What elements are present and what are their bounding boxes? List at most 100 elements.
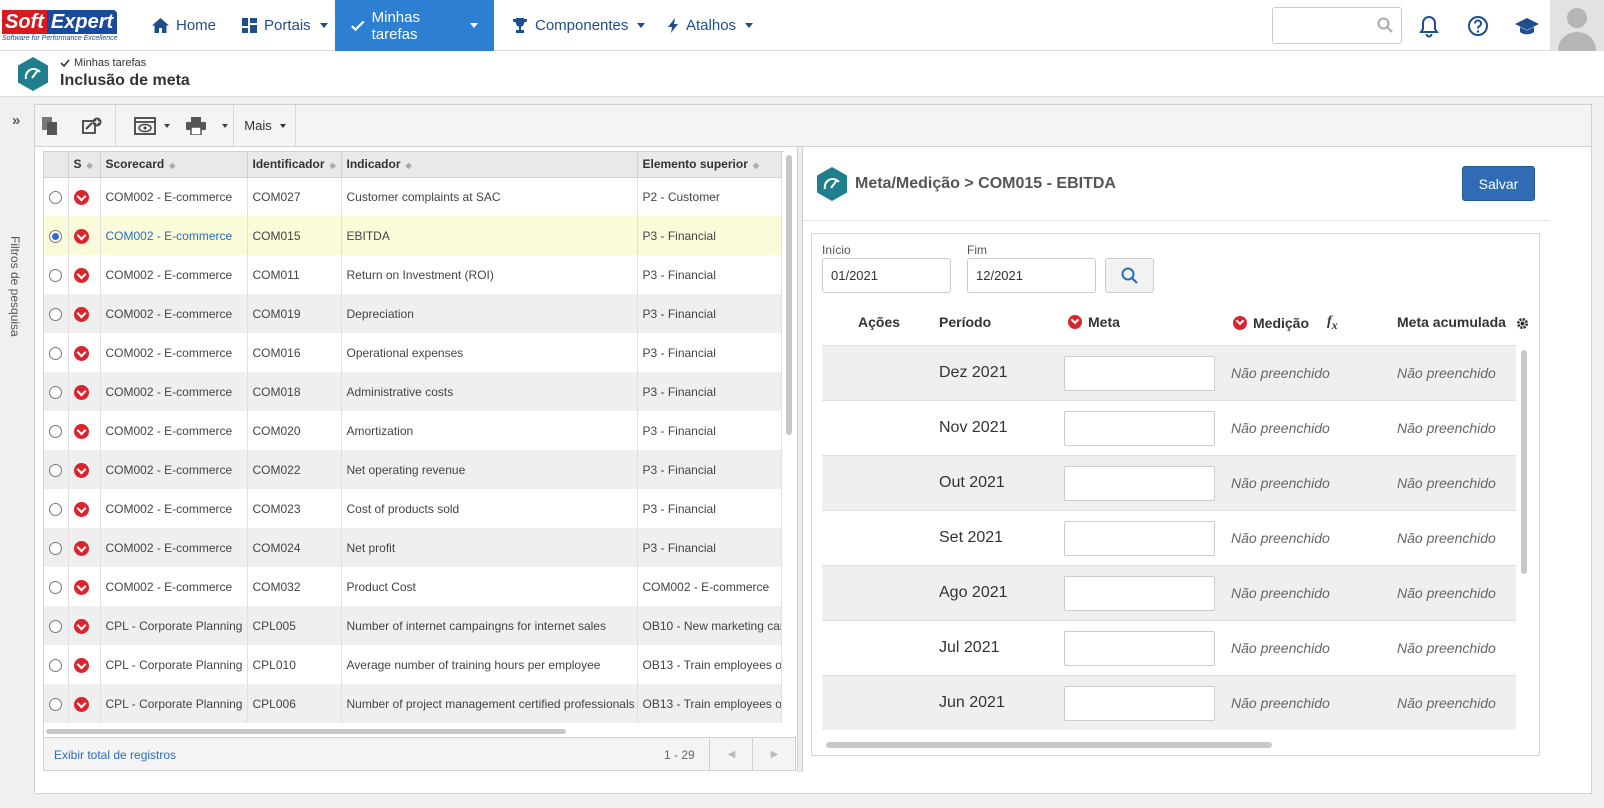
table-row[interactable]: CPL - Corporate Planning CPL005 Number of … [44, 606, 782, 645]
period-label: Jun 2021 [939, 694, 1005, 711]
cell-scorecard: COM002 - E-commerce [100, 333, 248, 372]
print-dropdown[interactable] [217, 105, 231, 146]
row-select-cell[interactable] [44, 216, 69, 255]
graduation-cap-icon[interactable] [1514, 13, 1540, 39]
search-input[interactable] [1273, 8, 1373, 43]
row-select-cell[interactable] [44, 255, 69, 294]
nav-minhas-tarefas[interactable]: Minhas tarefas [335, 0, 494, 51]
row-select-cell[interactable] [44, 606, 69, 645]
next-page-button[interactable]: ▶ [752, 738, 796, 770]
triangle-right-icon: ▶ [770, 748, 779, 760]
meta-input[interactable] [1064, 356, 1215, 391]
row-select-cell[interactable] [44, 411, 69, 450]
row-radio[interactable] [49, 307, 62, 321]
row-radio[interactable] [49, 385, 62, 399]
add-attribute-button[interactable] [73, 105, 111, 146]
row-radio[interactable] [49, 502, 62, 516]
end-period-input[interactable]: 12/2021 [967, 258, 1096, 293]
table-row[interactable]: COM002 - E-commerce COM011 Return on Inves… [44, 255, 782, 294]
table-row[interactable]: COM002 - E-commerce COM015 EBITDA P3 - Fina… [44, 216, 782, 255]
grid-vertical-scrollbar[interactable] [784, 151, 796, 736]
grid-horizontal-scrollbar[interactable] [44, 728, 784, 736]
help-icon[interactable] [1465, 13, 1491, 39]
row-select-cell[interactable] [44, 372, 69, 411]
nav-componentes[interactable]: Componentes [496, 0, 661, 51]
previous-page-button[interactable]: ◀ [709, 738, 753, 770]
column-identificador[interactable]: Identificador ◆ [247, 152, 342, 178]
table-row[interactable]: COM002 - E-commerce COM019 Depreciation P3 … [44, 294, 782, 333]
row-radio[interactable] [49, 229, 62, 243]
row-select-cell[interactable] [44, 489, 69, 528]
view-dropdown[interactable] [159, 105, 173, 146]
table-row[interactable]: COM002 - E-commerce COM032 Product Cost COM… [44, 567, 782, 606]
meta-input[interactable] [1064, 576, 1215, 611]
periods-horizontal-scrollbar[interactable] [826, 742, 1272, 748]
breadcrumb[interactable]: Minhas tarefas [60, 57, 146, 69]
scrollbar-thumb[interactable] [786, 155, 792, 435]
row-radio[interactable] [49, 268, 62, 282]
periods-vertical-scrollbar[interactable] [1521, 350, 1527, 574]
nav-home[interactable]: Home [136, 0, 232, 51]
meta-input[interactable] [1064, 631, 1215, 666]
meta-input[interactable] [1064, 411, 1215, 446]
search-icon[interactable] [1377, 17, 1393, 33]
row-radio[interactable] [49, 658, 62, 672]
search-filters-tab[interactable]: » Filtros de pesquisa [0, 104, 34, 794]
search-period-button[interactable] [1105, 258, 1154, 293]
softexpert-logo[interactable]: Soft Expert Software for Performance Exce… [0, 6, 132, 46]
gear-icon[interactable] [1515, 316, 1530, 331]
table-row[interactable]: COM002 - E-commerce COM027 Customer compla… [44, 177, 782, 216]
view-window-icon [134, 116, 156, 135]
row-select-cell[interactable] [44, 684, 69, 723]
chevron-down-icon [745, 23, 754, 28]
nav-portais[interactable]: Portais [226, 0, 344, 51]
status-down-icon [73, 657, 89, 673]
cell-identificador: CPL010 [247, 645, 342, 684]
table-row[interactable]: CPL - Corporate Planning CPL006 Number of … [44, 684, 782, 723]
column-status[interactable]: S ◆ [68, 152, 101, 178]
row-radio[interactable] [49, 463, 62, 477]
row-select-cell[interactable] [44, 177, 69, 216]
medicao-value: Não preenchido [1231, 475, 1330, 491]
row-select-cell[interactable] [44, 450, 69, 489]
table-row[interactable]: COM002 - E-commerce COM022 Net operating r… [44, 450, 782, 489]
more-menu-button[interactable]: Mais [235, 105, 295, 146]
row-select-cell[interactable] [44, 645, 69, 684]
copy-button[interactable] [35, 105, 65, 146]
cell-indicador: Return on Investment (ROI) [341, 255, 638, 294]
row-radio[interactable] [49, 619, 62, 633]
meta-input[interactable] [1064, 521, 1215, 556]
column-indicador[interactable]: Indicador ◆ [341, 152, 638, 178]
table-row[interactable]: COM002 - E-commerce COM016 Operational exp… [44, 333, 782, 372]
column-elemento-superior[interactable]: Elemento superior ◆ [637, 152, 782, 178]
row-radio[interactable] [49, 580, 62, 594]
row-radio[interactable] [49, 697, 62, 711]
row-radio[interactable] [49, 190, 62, 204]
nav-atalhos[interactable]: Atalhos [652, 0, 769, 51]
column-scorecard[interactable]: Scorecard ◆ [100, 152, 248, 178]
bell-icon[interactable] [1416, 13, 1442, 39]
row-select-cell[interactable] [44, 567, 69, 606]
formula-icon[interactable]: fx [1327, 314, 1338, 332]
printer-icon [186, 116, 206, 135]
save-button[interactable]: Salvar [1462, 166, 1535, 201]
row-radio[interactable] [49, 541, 62, 555]
table-row[interactable]: CPL - Corporate Planning CPL010 Average nu… [44, 645, 782, 684]
print-button[interactable] [181, 105, 211, 146]
meta-input[interactable] [1064, 466, 1215, 501]
row-radio[interactable] [49, 346, 62, 360]
row-select-cell[interactable] [44, 333, 69, 372]
user-avatar[interactable] [1550, 0, 1604, 51]
show-total-records-link[interactable]: Exibir total de registros [54, 748, 176, 762]
start-period-input[interactable]: 01/2021 [822, 258, 951, 293]
table-row[interactable]: COM002 - E-commerce COM020 Amortization P3 … [44, 411, 782, 450]
medicao-value: Não preenchido [1231, 365, 1330, 381]
row-radio[interactable] [49, 424, 62, 438]
scrollbar-thumb[interactable] [46, 729, 566, 734]
row-select-cell[interactable] [44, 528, 69, 567]
row-select-cell[interactable] [44, 294, 69, 333]
meta-input[interactable] [1064, 686, 1215, 721]
table-row[interactable]: COM002 - E-commerce COM024 Net profit P3 - … [44, 528, 782, 567]
table-row[interactable]: COM002 - E-commerce COM018 Administrative … [44, 372, 782, 411]
table-row[interactable]: COM002 - E-commerce COM023 Cost of product… [44, 489, 782, 528]
